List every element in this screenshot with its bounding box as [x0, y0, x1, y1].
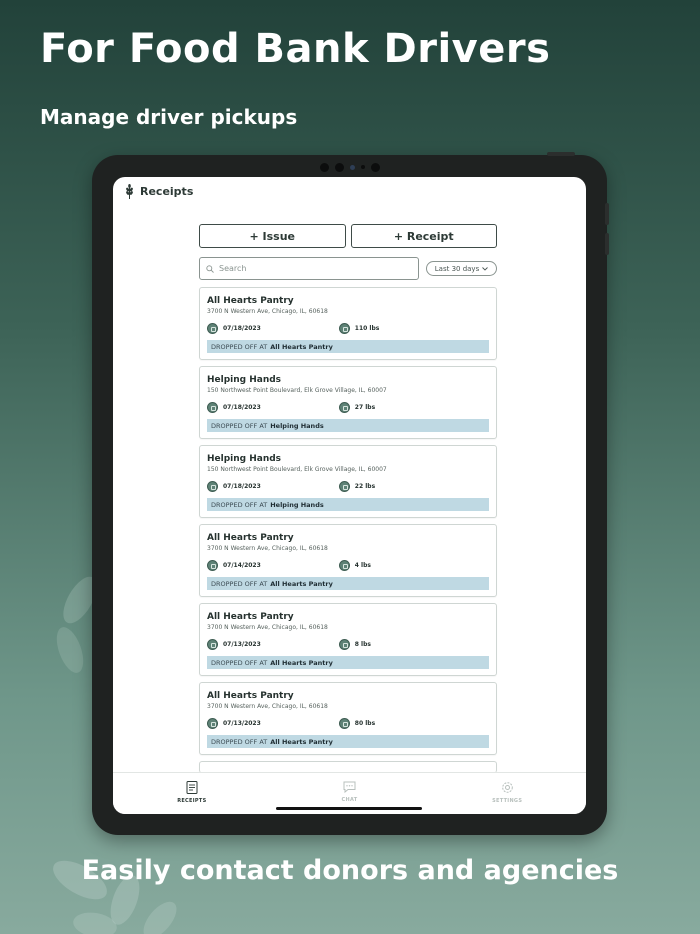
receipt-date: 07/18/2023 — [207, 401, 261, 413]
receipt-weight: 80 lbs — [338, 717, 375, 729]
receipt-card[interactable]: Helping Hands 150 Northwest Point Boulev… — [199, 445, 497, 518]
calendar-badge-icon — [207, 638, 218, 650]
tab-settings[interactable]: SETTINGS — [428, 773, 586, 814]
drop-off-bar: DROPPED OFF AT All Hearts Pantry — [207, 735, 489, 748]
drop-off-bar: DROPPED OFF AT Helping Hands — [207, 419, 489, 432]
search-placeholder: Search — [219, 264, 247, 273]
calendar-badge-icon — [207, 322, 218, 334]
app-screen: Receipts + Issue + Receipt Search Last 3… — [113, 177, 586, 814]
donor-name: Helping Hands — [207, 454, 282, 464]
receipt-meta: 07/13/2023 8 lbs — [207, 638, 489, 650]
search-icon — [206, 264, 214, 273]
receipt-date: 07/18/2023 — [207, 480, 261, 492]
drop-off-bar: DROPPED OFF AT All Hearts Pantry — [207, 340, 489, 353]
donor-name: Helping Hands — [207, 375, 282, 385]
scale-badge-icon — [338, 559, 350, 571]
date-range-label: Last 30 days — [434, 264, 480, 273]
tab-label: CHAT — [341, 797, 358, 803]
search-input[interactable]: Search — [199, 257, 419, 280]
receipt-card[interactable]: All Hearts Pantry 3700 N Western Ave, Ch… — [199, 287, 497, 360]
receipt-date: 07/18/2023 — [207, 322, 261, 334]
receipt-meta: 07/18/2023 22 lbs — [207, 480, 489, 492]
donor-address: 3700 N Western Ave, Chicago, IL, 60618 — [207, 703, 328, 710]
scale-badge-icon — [338, 322, 350, 334]
receipt-meta: 07/13/2023 80 lbs — [207, 717, 489, 729]
donor-address: 3700 N Western Ave, Chicago, IL, 60618 — [207, 308, 328, 315]
scale-badge-icon — [338, 480, 350, 492]
action-buttons: + Issue + Receipt — [199, 224, 497, 248]
date-range-dropdown[interactable]: Last 30 days — [426, 261, 497, 276]
donor-address: 150 Northwest Point Boulevard, Elk Grove… — [207, 387, 387, 394]
receipt-card[interactable]: Helping Hands 150 Northwest Point Boulev… — [199, 366, 497, 439]
receipt-list: All Hearts Pantry 3700 N Western Ave, Ch… — [199, 287, 497, 779]
tab-label: RECEIPTS — [177, 798, 207, 804]
scale-badge-icon — [338, 638, 350, 650]
page-title: Receipts — [140, 184, 194, 198]
calendar-badge-icon — [207, 717, 218, 729]
receipt-icon — [186, 781, 198, 794]
chat-icon — [343, 781, 356, 793]
receipt-weight: 27 lbs — [338, 401, 375, 413]
receipt-card[interactable]: All Hearts Pantry 3700 N Western Ave, Ch… — [199, 524, 497, 597]
home-indicator — [276, 807, 422, 810]
tablet-frame: Receipts + Issue + Receipt Search Last 3… — [92, 152, 609, 835]
donor-address: 150 Northwest Point Boulevard, Elk Grove… — [207, 466, 387, 473]
tablet-side-button — [605, 233, 609, 255]
receipt-date: 07/13/2023 — [207, 638, 261, 650]
add-receipt-button[interactable]: + Receipt — [350, 224, 497, 248]
gear-icon — [501, 782, 513, 793]
donor-name: All Hearts Pantry — [207, 612, 294, 622]
receipt-card[interactable]: All Hearts Pantry 3700 N Western Ave, Ch… — [199, 603, 497, 676]
drop-off-bar: DROPPED OFF AT All Hearts Pantry — [207, 656, 489, 669]
app-header: Receipts — [125, 179, 193, 203]
receipt-weight: 8 lbs — [338, 638, 371, 650]
receipt-meta: 07/14/2023 4 lbs — [207, 559, 489, 571]
receipt-date: 07/13/2023 — [207, 717, 261, 729]
tablet-top-button — [547, 152, 575, 156]
donor-name: All Hearts Pantry — [207, 691, 294, 701]
search-row: Search Last 30 days — [199, 257, 497, 280]
calendar-badge-icon — [207, 559, 218, 571]
receipt-weight: 22 lbs — [338, 480, 375, 492]
drop-off-bar: DROPPED OFF AT All Hearts Pantry — [207, 577, 489, 590]
scale-badge-icon — [338, 717, 350, 729]
calendar-badge-icon — [207, 480, 218, 492]
donor-address: 3700 N Western Ave, Chicago, IL, 60618 — [207, 545, 328, 552]
donor-address: 3700 N Western Ave, Chicago, IL, 60618 — [207, 624, 328, 631]
donor-name: All Hearts Pantry — [207, 296, 294, 306]
receipt-weight: 110 lbs — [338, 322, 379, 334]
receipt-date: 07/14/2023 — [207, 559, 261, 571]
promo-headline: For Food Bank Drivers — [40, 26, 551, 72]
promo-footer: Easily contact donors and agencies — [81, 855, 619, 886]
scale-badge-icon — [338, 401, 350, 413]
camera-bar — [302, 161, 397, 173]
promo-subhead: Manage driver pickups — [40, 105, 298, 129]
receipt-meta: 07/18/2023 27 lbs — [207, 401, 489, 413]
wheat-icon — [126, 183, 133, 199]
tab-receipts[interactable]: RECEIPTS — [113, 773, 271, 814]
add-issue-button[interactable]: + Issue — [199, 224, 346, 248]
receipt-card[interactable]: All Hearts Pantry 3700 N Western Ave, Ch… — [199, 682, 497, 755]
receipt-meta: 07/18/2023 110 lbs — [207, 322, 489, 334]
drop-off-bar: DROPPED OFF AT Helping Hands — [207, 498, 489, 511]
calendar-badge-icon — [207, 401, 218, 413]
tablet-side-button — [605, 203, 609, 225]
receipt-weight: 4 lbs — [338, 559, 371, 571]
donor-name: All Hearts Pantry — [207, 533, 294, 543]
tab-label: SETTINGS — [492, 798, 523, 804]
chevron-down-icon — [482, 266, 489, 271]
